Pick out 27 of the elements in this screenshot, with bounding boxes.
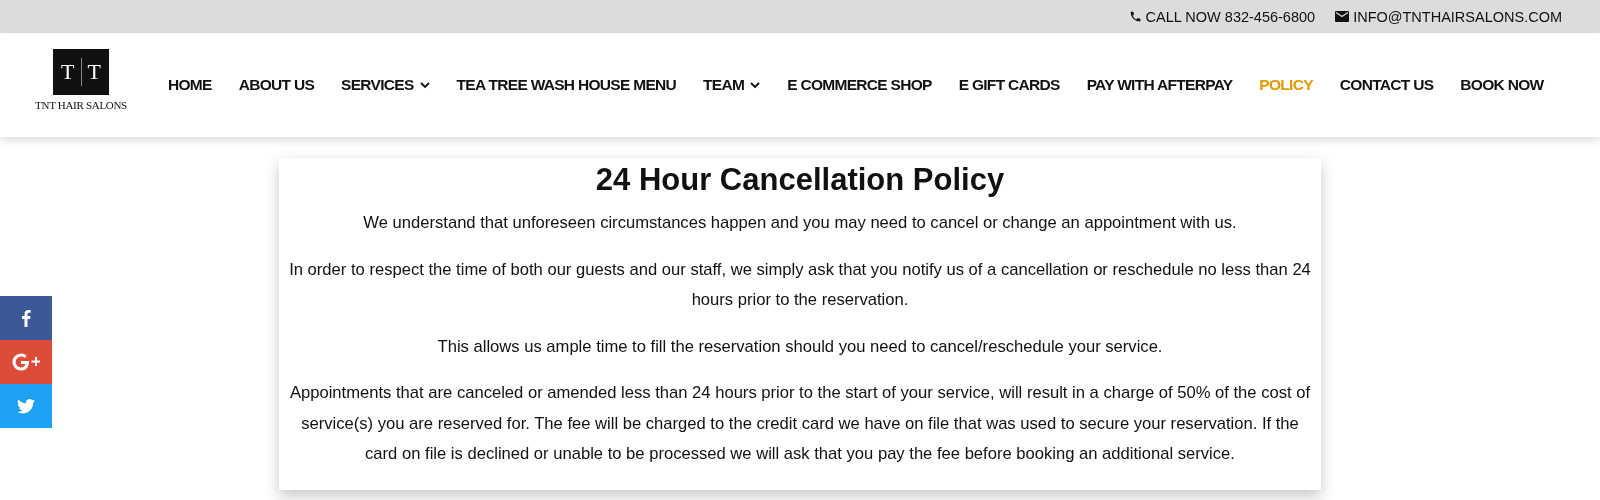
policy-paragraph: This allows us ample time to fill the reservation should you need to cancel/reschedule your service.: [436, 335, 1164, 358]
logo-mark: T T: [53, 49, 109, 95]
nav-link[interactable]: TEA TREE WASH HOUSE MENU: [456, 76, 676, 94]
policy-paragraph: In order to respect the time of both our guests and our staff, we simply ask that you notify us of a cancellation or reschedule no less than 24 hours prior to the reservation.: [288, 258, 1312, 311]
nav-link[interactable]: CONTACT US: [1339, 76, 1434, 94]
phone-icon: [1128, 10, 1142, 23]
section-title: 24 Hour Cancellation Policy: [595, 161, 1005, 199]
nav-link[interactable]: PAY WITH AFTERPAY: [1086, 76, 1233, 94]
nav-link[interactable]: E GIFT CARDS: [958, 76, 1060, 94]
nav-link[interactable]: SERVICES: [341, 76, 430, 94]
google-plus-icon: [12, 353, 40, 371]
google-plus-share-button[interactable]: [0, 340, 52, 384]
email-link[interactable]: INFO@TNTHAIRSALONS.COM: [1353, 8, 1562, 25]
policy-paragraph: Appointments that are canceled or amended less than 24 hours prior to the start of your service, will result in a charge of 50% of the cost of service(s) you are reserved for. The fee will be charged to the credit card we have on file that was used to secure your reservation. If the card on file is declined or unable to be processed we will ask that you pay the fee before booking an additional service.: [288, 382, 1312, 465]
policy-paragraph: We understand that unforeseen circumstances happen and you may need to cancel or change an appointment with us.: [362, 212, 1238, 234]
facebook-icon: [21, 309, 31, 327]
nav-link[interactable]: TEAM: [703, 76, 761, 94]
logo-text: TNT HAIR SALONS: [35, 99, 127, 111]
twitter-share-button[interactable]: [0, 384, 52, 428]
nav-link[interactable]: BOOK NOW: [1460, 76, 1544, 94]
nav-link[interactable]: ABOUT US: [238, 76, 315, 94]
envelope-icon: [1335, 11, 1350, 22]
nav-link[interactable]: E COMMERCE SHOP: [787, 76, 932, 94]
nav-link[interactable]: HOME: [168, 76, 212, 94]
facebook-share-button[interactable]: [0, 296, 52, 340]
bird-icon: [17, 398, 35, 414]
phone-link[interactable]: CALL NOW 832-456-6800: [1145, 8, 1316, 25]
